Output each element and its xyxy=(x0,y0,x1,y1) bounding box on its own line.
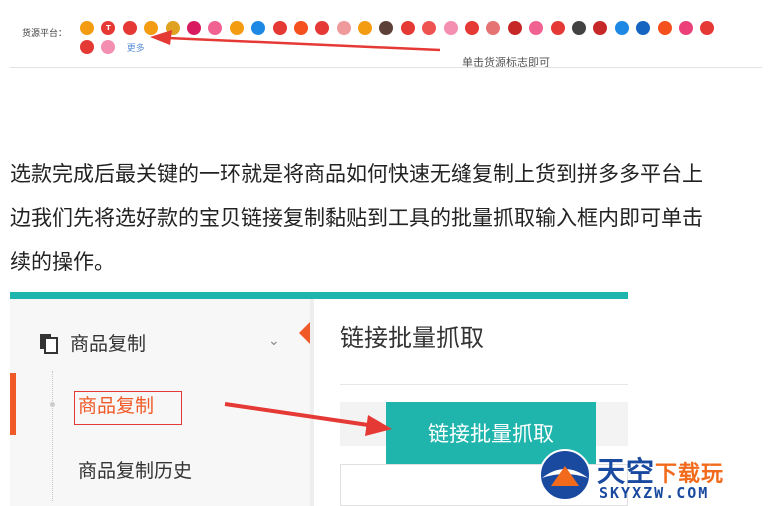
article-line-1: 选款完成后最关键的一环就是将商品如何快速无缝复制上货到拼多多平台上 xyxy=(10,162,703,186)
article-line-3: 续的操作。 xyxy=(10,250,115,274)
globe-logo-icon xyxy=(539,449,591,501)
watermark-domain: SKYXZW.COM xyxy=(599,484,710,502)
annotation-arrow-icon xyxy=(150,30,441,52)
article-paragraph: 选款完成后最关键的一环就是将商品如何快速无缝复制上货到拼多多平台上 边我们先将选… xyxy=(10,152,784,284)
site-watermark: 天空下载玩 SKYXZW.COM xyxy=(533,444,784,506)
source-platform-strip: 货源平台： T 更多 单击货源标志即可 xyxy=(0,0,784,70)
article-line-2: 边我们先将选好款的宝贝链接复制黏贴到工具的批量抓取输入框内即可单击 xyxy=(10,206,703,230)
